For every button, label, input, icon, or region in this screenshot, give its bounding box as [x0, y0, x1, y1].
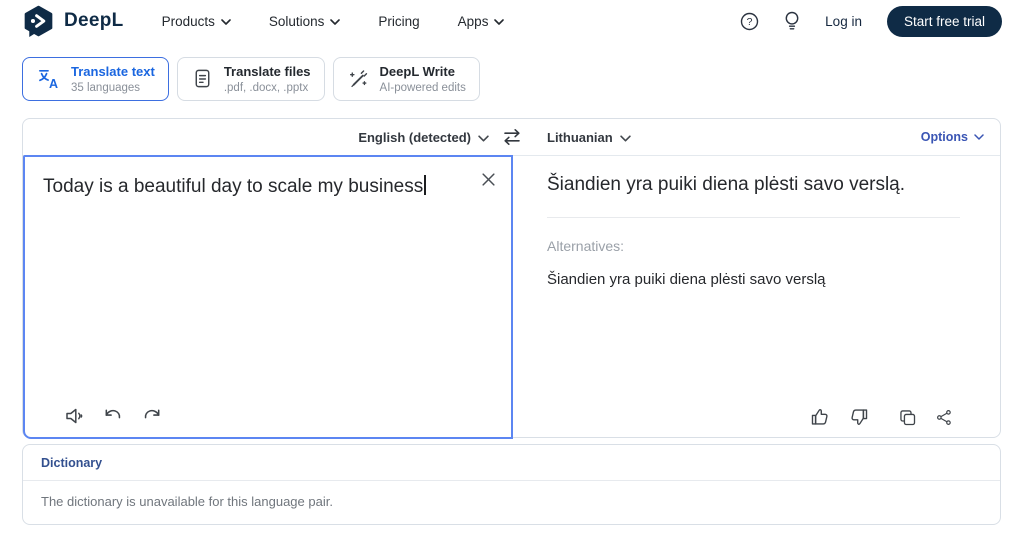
- svg-text:A: A: [49, 77, 58, 91]
- source-toolbar: [63, 404, 163, 428]
- tab-text-block: Translate files .pdf, .docx, .pptx: [224, 64, 311, 94]
- nav-item-label: Products: [161, 13, 215, 29]
- share-translation-button[interactable]: [935, 408, 954, 427]
- redo-icon: [144, 409, 160, 418]
- copy-icon: [900, 409, 916, 425]
- tab-subtitle: .pdf, .docx, .pptx: [223, 81, 309, 94]
- start-free-trial-button[interactable]: Start free trial: [886, 5, 1002, 37]
- svg-text:?: ?: [747, 16, 753, 28]
- tab-text-block: DeepL Write AI-powered edits: [380, 64, 466, 94]
- document-icon: [191, 67, 214, 90]
- target-text-panel: Šiandien yra puiki diena plėsti savo ver…: [513, 155, 1000, 437]
- deepl-logo-icon: [22, 5, 55, 38]
- nav-item-label: Solutions: [268, 13, 325, 29]
- source-text-input[interactable]: Today is a beautiful day to scale my bus…: [25, 157, 511, 201]
- chevron-down-icon: [221, 19, 231, 25]
- thumbs-down-icon: [851, 409, 868, 425]
- source-language-label: English (detected): [358, 129, 471, 145]
- close-icon: [482, 173, 495, 186]
- tab-text-block: Translate text 35 languages: [71, 64, 155, 94]
- source-language-zone: English (detected): [23, 130, 489, 145]
- translator-card: English (detected) Lithuanian Options To…: [22, 118, 1001, 439]
- target-language-zone: Lithuanian: [547, 130, 631, 145]
- options-button[interactable]: Options: [921, 130, 984, 144]
- redo-button[interactable]: [140, 405, 163, 428]
- brand-name: DeepL: [64, 10, 124, 31]
- tab-title: DeepL Write: [379, 64, 455, 79]
- listen-source-button[interactable]: [63, 404, 87, 428]
- dictionary-card: Dictionary The dictionary is unavailable…: [22, 444, 1001, 525]
- deepl-logo[interactable]: DeepL: [22, 5, 124, 38]
- top-navigation: DeepL Products Solutions Pricing Apps ? …: [0, 0, 1024, 40]
- dictionary-message: The dictionary is unavailable for this l…: [41, 494, 333, 509]
- thumbs-down-button[interactable]: [848, 406, 870, 428]
- swap-languages-button[interactable]: [489, 128, 535, 146]
- tab-translate-text[interactable]: A Translate text 35 languages: [22, 57, 169, 101]
- chevron-down-icon: [478, 134, 489, 142]
- swap-arrows-icon: [504, 129, 520, 145]
- target-language-selector[interactable]: Lithuanian: [547, 130, 631, 145]
- target-language-label: Lithuanian: [547, 129, 613, 145]
- nav-item-apps[interactable]: Apps: [458, 14, 505, 29]
- alternative-option[interactable]: Šiandien yra puiki diena plėsti savo ver…: [547, 271, 960, 288]
- tab-deepl-write[interactable]: DeepL Write AI-powered edits: [332, 57, 480, 101]
- main-menu: Products Solutions Pricing Apps: [162, 14, 505, 29]
- share-icon: [937, 409, 951, 425]
- nav-right-actions: ? Log in Start free trial: [740, 5, 1002, 37]
- nav-item-solutions[interactable]: Solutions: [269, 14, 341, 29]
- source-text-panel[interactable]: Today is a beautiful day to scale my bus…: [23, 155, 513, 439]
- tab-subtitle: AI-powered edits: [379, 81, 466, 94]
- nav-item-pricing[interactable]: Pricing: [378, 14, 419, 29]
- tab-translate-files[interactable]: Translate files .pdf, .docx, .pptx: [176, 57, 325, 101]
- source-text-value: Today is a beautiful day to scale my bus…: [43, 176, 424, 197]
- undo-icon: [105, 409, 121, 418]
- mode-tabs: A Translate text 35 languages Translate …: [22, 57, 480, 101]
- log-in-link[interactable]: Log in: [825, 14, 862, 29]
- thumbs-up-icon: [811, 409, 828, 425]
- chevron-down-icon: [494, 19, 505, 25]
- nav-item-label: Apps: [457, 13, 489, 29]
- target-toolbar: [809, 406, 954, 428]
- translated-text: Šiandien yra puiki diena plėsti savo ver…: [547, 174, 906, 195]
- nav-item-label: Pricing: [378, 13, 420, 29]
- translate-icon: A: [36, 66, 61, 91]
- undo-button[interactable]: [102, 405, 125, 428]
- nav-item-products[interactable]: Products: [162, 14, 231, 29]
- tab-title: Translate files: [223, 64, 311, 79]
- copy-translation-button[interactable]: [897, 407, 918, 428]
- tab-subtitle: 35 languages: [71, 81, 141, 94]
- language-bar: English (detected) Lithuanian Options: [23, 119, 1000, 156]
- chevron-down-icon: [330, 19, 341, 25]
- deepl-translator-page: DeepL Products Solutions Pricing Apps ? …: [0, 0, 1024, 547]
- help-icon[interactable]: ?: [740, 12, 759, 31]
- speaker-icon: [66, 408, 83, 424]
- options-label: Options: [920, 130, 968, 144]
- chevron-down-icon: [619, 134, 631, 142]
- clear-source-button[interactable]: [481, 172, 496, 187]
- alternatives-label: Alternatives:: [547, 237, 625, 254]
- text-caret: [424, 175, 426, 195]
- dictionary-title[interactable]: Dictionary: [23, 445, 1000, 481]
- alternatives-divider: [547, 216, 960, 218]
- thumbs-up-button[interactable]: [809, 406, 831, 428]
- chevron-down-icon: [974, 134, 984, 140]
- tab-title: Translate text: [71, 64, 155, 79]
- write-pen-icon: [347, 67, 370, 90]
- lightbulb-icon[interactable]: [784, 11, 800, 31]
- source-language-selector[interactable]: English (detected): [358, 130, 489, 145]
